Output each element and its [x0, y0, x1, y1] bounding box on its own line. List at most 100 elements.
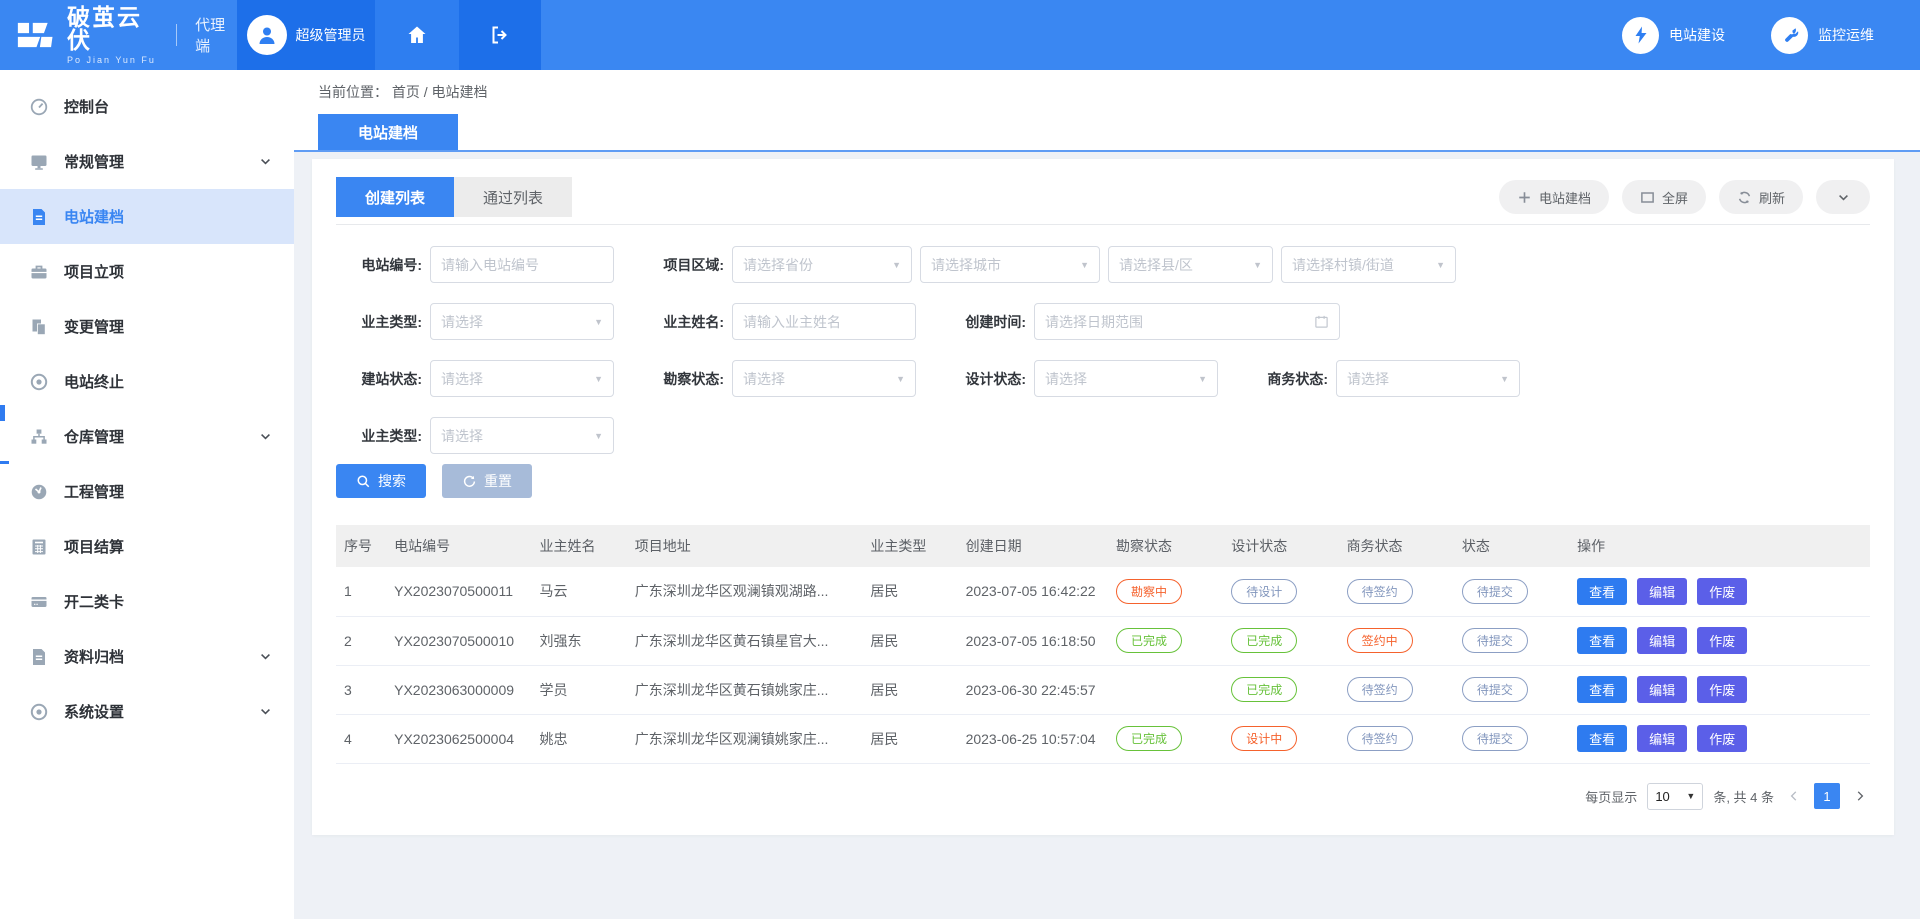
field-label: 设计状态: [940, 369, 1026, 389]
collapse-toolbar-button[interactable] [1816, 180, 1870, 214]
search-button[interactable]: 搜索 [336, 464, 426, 498]
caret-down-icon: ▼ [1198, 374, 1207, 384]
nav-monitor-ops[interactable]: 监控运维 [1771, 17, 1874, 54]
survey-status-select[interactable]: 请选择 ▼ [732, 360, 916, 397]
sidebar-item-data-archive[interactable]: 资料归档 [0, 629, 294, 684]
status-badge: 待签约 [1347, 677, 1413, 702]
status-badge: 待签约 [1347, 579, 1413, 604]
province-select[interactable]: 请选择省份 ▼ [732, 246, 912, 283]
user-menu[interactable]: 超级管理员 [237, 0, 375, 70]
chevron-down-icon [259, 650, 272, 663]
table-header-row: 序号 电站编号 业主姓名 项目地址 业主类型 创建日期 勘察状态 设计状态 商务… [336, 525, 1870, 567]
station-no-input[interactable] [441, 257, 603, 273]
create-station-button[interactable]: 电站建档 [1499, 180, 1609, 214]
col-header: 操作 [1569, 525, 1870, 567]
station-no-input-wrap [430, 246, 614, 283]
sidebar-item-change-mgmt[interactable]: 变更管理 [0, 299, 294, 354]
calculator-icon [29, 537, 49, 557]
owner-name-input[interactable] [743, 314, 905, 330]
col-header: 状态 [1454, 525, 1569, 567]
page-number-1[interactable]: 1 [1814, 783, 1840, 809]
field-label: 创建时间: [940, 312, 1026, 332]
content-panel: 创建列表 通过列表 电站建档 全屏 [312, 159, 1894, 835]
void-button[interactable]: 作废 [1697, 676, 1747, 703]
fullscreen-button[interactable]: 全屏 [1622, 180, 1706, 214]
view-button[interactable]: 查看 [1577, 627, 1627, 654]
brand-title: 破茧云伏 [67, 6, 160, 52]
settings-icon [29, 702, 49, 722]
sidebar-item-station-filing[interactable]: 电站建档 [0, 189, 294, 244]
field-label: 业主类型: [336, 312, 422, 332]
void-button[interactable]: 作废 [1697, 578, 1747, 605]
per-page-select[interactable]: 10 ▼ [1647, 783, 1703, 810]
col-header: 设计状态 [1223, 525, 1338, 567]
caret-down-icon: ▼ [594, 374, 603, 384]
field-label: 业主姓名: [638, 312, 724, 332]
caret-down-icon: ▼ [1253, 260, 1262, 270]
col-header: 项目地址 [627, 525, 863, 567]
void-button[interactable]: 作废 [1697, 725, 1747, 752]
owner-type2-select[interactable]: 请选择 ▼ [430, 417, 614, 454]
page-tab-station-filing[interactable]: 电站建档 [318, 114, 458, 150]
edit-button[interactable]: 编辑 [1637, 627, 1687, 654]
view-button[interactable]: 查看 [1577, 725, 1627, 752]
nav-station-build[interactable]: 电站建设 [1622, 17, 1725, 54]
avatar [247, 15, 287, 55]
view-button[interactable]: 查看 [1577, 578, 1627, 605]
district-select[interactable]: 请选择县/区 ▼ [1108, 246, 1273, 283]
date-range-picker[interactable]: 请选择日期范围 [1034, 303, 1340, 340]
logout-button[interactable] [459, 0, 541, 70]
logo-icon [16, 17, 57, 53]
status-badge: 已完成 [1116, 726, 1182, 751]
field-label: 项目区域: [638, 255, 724, 275]
view-button[interactable]: 查看 [1577, 676, 1627, 703]
owner-type-select[interactable]: 请选择 ▼ [430, 303, 614, 340]
status-badge: 已完成 [1231, 677, 1297, 702]
prev-page-button[interactable] [1784, 783, 1804, 809]
sidebar-item-open-card[interactable]: 开二类卡 [0, 574, 294, 629]
user-icon [255, 23, 279, 47]
build-status-select[interactable]: 请选择 ▼ [430, 360, 614, 397]
edit-button[interactable]: 编辑 [1637, 578, 1687, 605]
sidebar-item-project-settlement[interactable]: 项目结算 [0, 519, 294, 574]
refresh-button[interactable]: 刷新 [1719, 180, 1803, 214]
wrench-icon [1771, 17, 1808, 54]
business-status-select[interactable]: 请选择 ▼ [1336, 360, 1520, 397]
caret-down-icon: ▼ [594, 431, 603, 441]
caret-down-icon: ▼ [594, 317, 603, 327]
table-row: 3 YX2023063000009 学员 广东深圳龙华区黄石镇姚家庄... 居民… [336, 665, 1870, 714]
stop-circle-icon [29, 372, 49, 392]
caret-down-icon: ▼ [1500, 374, 1509, 384]
street-select[interactable]: 请选择村镇/街道 ▼ [1281, 246, 1456, 283]
edit-button[interactable]: 编辑 [1637, 725, 1687, 752]
field-label: 业主类型: [336, 426, 422, 446]
void-button[interactable]: 作废 [1697, 627, 1747, 654]
status-badge: 待提交 [1462, 628, 1528, 653]
sidebar-item-engineering-mgmt[interactable]: 工程管理 [0, 464, 294, 519]
copy-icon [29, 317, 49, 337]
tab-passed-list[interactable]: 通过列表 [454, 177, 572, 217]
brand-logo: 破茧云伏 Po Jian Yun Fu 代理端 [0, 0, 237, 70]
sidebar-item-project-initiation[interactable]: 项目立项 [0, 244, 294, 299]
chevron-down-icon [259, 430, 272, 443]
tab-create-list[interactable]: 创建列表 [336, 177, 454, 217]
per-page-label: 每页显示 [1585, 787, 1637, 806]
col-header: 商务状态 [1339, 525, 1454, 567]
status-badge: 设计中 [1231, 726, 1297, 751]
next-page-button[interactable] [1850, 783, 1870, 809]
home-button[interactable] [375, 0, 459, 70]
reset-button[interactable]: 重置 [442, 464, 532, 498]
sidebar-item-general-mgmt[interactable]: 常规管理 [0, 134, 294, 189]
edit-button[interactable]: 编辑 [1637, 676, 1687, 703]
sidebar-item-console[interactable]: 控制台 [0, 79, 294, 134]
design-status-select[interactable]: 请选择 ▼ [1034, 360, 1218, 397]
sidebar-item-warehouse-mgmt[interactable]: 仓库管理 [0, 409, 294, 464]
table-row: 4 YX2023062500004 姚忠 广东深圳龙华区观澜镇姚家庄... 居民… [336, 714, 1870, 763]
sidebar-item-station-termination[interactable]: 电站终止 [0, 354, 294, 409]
header-spacer [541, 0, 1622, 70]
caret-down-icon: ▼ [1686, 791, 1695, 801]
sidebar-item-system-settings[interactable]: 系统设置 [0, 684, 294, 739]
city-select[interactable]: 请选择城市 ▼ [920, 246, 1100, 283]
field-label: 电站编号: [336, 255, 422, 275]
status-badge: 签约中 [1347, 628, 1413, 653]
